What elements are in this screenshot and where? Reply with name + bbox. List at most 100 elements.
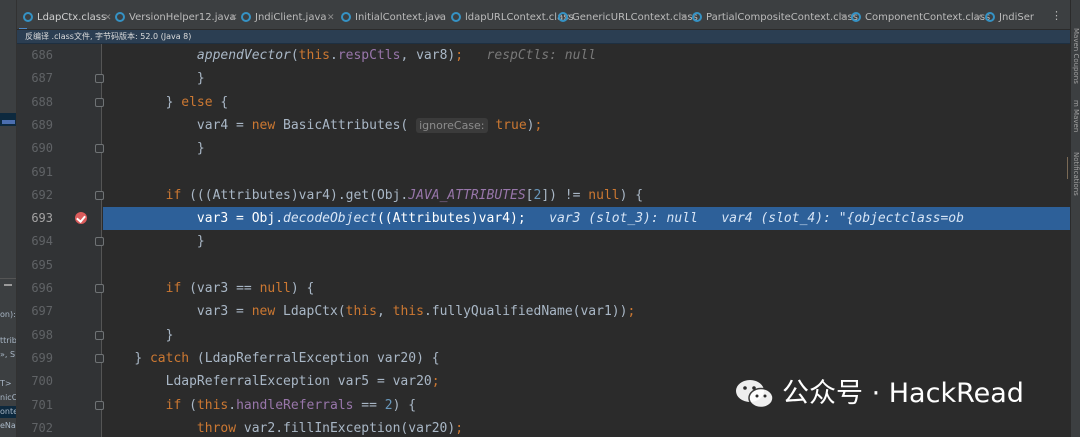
keyword-token: this (345, 304, 377, 320)
code-token: ((Attributes)var4) (376, 211, 518, 227)
class-file-icon (851, 12, 861, 22)
close-icon[interactable]: ✕ (680, 8, 688, 28)
close-icon[interactable]: ✕ (840, 8, 848, 28)
collapse-icon[interactable] (4, 284, 12, 286)
panel-text-fragment: eNa (0, 421, 16, 430)
code-line[interactable]: if (var3 == null) { (103, 277, 1070, 300)
panel-text-fragment: nicC (0, 393, 17, 402)
close-icon[interactable]: ✕ (327, 8, 335, 28)
line-number: 693 (31, 211, 53, 226)
debug-inline-value: respCtls: null (463, 48, 597, 63)
line-number: 702 (31, 420, 53, 435)
line-number: 687 (31, 71, 53, 86)
keyword-token: true (495, 117, 527, 133)
breakpoint-icon[interactable] (75, 212, 87, 225)
execution-point-line[interactable]: var3 = Obj.decodeObject((Attributes)var4… (103, 207, 1070, 231)
wechat-logo-icon (736, 380, 774, 409)
keyword-token: if (165, 397, 182, 413)
panel-text-fragment: onte (0, 406, 17, 418)
tab-overflow-menu[interactable]: ⋮ (1051, 9, 1062, 22)
code-line[interactable]: appendVector(this.respCtls, var8); respC… (103, 44, 1070, 67)
editor-gutter[interactable]: 686 687 688 689 690 691 692 693 694 695 696 697 698 6… (17, 44, 104, 437)
keyword-token: ; (517, 211, 526, 227)
java-file-icon (115, 12, 125, 22)
tree-row-marker (2, 120, 15, 124)
code-token: (var3 == (181, 281, 260, 296)
line-number: 695 (31, 257, 53, 272)
more-icon[interactable]: ⋮ (1051, 9, 1062, 22)
code-line[interactable]: var4 = new BasicAttributes( ignoreCase: … (103, 114, 1070, 137)
code-token: var2.fillInException(var20) (236, 420, 456, 436)
code-line[interactable]: } (103, 67, 1070, 90)
code-token: var3 = (196, 304, 252, 320)
panel-text-fragment: on): (0, 310, 16, 319)
keyword-token: null (588, 187, 620, 203)
line-number: 694 (31, 234, 53, 249)
code-token: . (329, 48, 338, 63)
code-line[interactable]: } (103, 230, 1070, 253)
code-line[interactable]: var3 = new LdapCtx(this, this.fullyQuali… (103, 300, 1070, 323)
line-number: 689 (31, 117, 53, 132)
tab-label: LdapCtx.class (37, 12, 107, 23)
line-number: 696 (31, 281, 53, 295)
line-number: 691 (31, 164, 53, 179)
code-token: } (134, 350, 150, 366)
close-icon[interactable]: ✕ (230, 8, 238, 28)
keyword-token: ; (455, 420, 464, 436)
code-line[interactable]: } else { (103, 91, 1070, 114)
code-token: BasicAttributes( (275, 117, 417, 133)
right-tool-strip: Maven Coupons m Maven Notifications (1070, 0, 1080, 437)
tab-label: JndiSer (999, 12, 1035, 23)
panel-separator (0, 278, 16, 279)
decompiled-notice-bar: 反编译 .class文件, 字节码版本: 52.0 (Java 8) (17, 30, 1070, 44)
tool-window-label[interactable]: Maven Coupons (1072, 28, 1080, 84)
debug-inline-value: var3 (slot_3): null var4 (slot_4): "{obj… (525, 211, 964, 227)
code-line[interactable] (103, 254, 1070, 277)
code-token: .fullyQualifiedName(var1)) (423, 304, 628, 320)
error-stripe-marker[interactable] (1062, 157, 1068, 179)
code-token: , var8) (400, 48, 456, 63)
code-line[interactable]: } (103, 137, 1070, 160)
close-icon[interactable]: ✕ (436, 8, 444, 28)
code-token: LdapReferralException var5 = var20 (165, 374, 432, 390)
tab-label: InitialContext.java (355, 12, 446, 23)
code-token: { (212, 94, 229, 110)
tool-window-label[interactable]: Notifications (1072, 152, 1080, 196)
code-token: var4 = (196, 117, 252, 133)
code-line[interactable]: throw var2.fillInException(var20); (103, 417, 1070, 437)
panel-text-fragment: », S (0, 350, 16, 359)
code-token: appendVector (196, 48, 291, 63)
close-icon[interactable]: ✕ (104, 8, 112, 28)
java-file-icon (985, 12, 995, 22)
project-tool-window[interactable]: on): ttrib », S T> nicC onte eNa (0, 0, 17, 437)
code-token: , (376, 304, 393, 320)
code-token: 2 (384, 397, 393, 413)
code-line[interactable]: } (103, 324, 1070, 347)
code-line[interactable]: if (((Attributes)var4).get(Obj.JAVA_ATTR… (103, 184, 1070, 207)
watermark-text: 公众号 · HackRead (782, 378, 1024, 409)
panel-text-fragment: ttrib (0, 336, 17, 345)
close-icon[interactable]: ✕ (975, 8, 983, 28)
keyword-token: ; (534, 117, 543, 133)
line-number: 697 (31, 304, 53, 319)
code-token: . (228, 397, 237, 413)
code-line[interactable]: } catch (LdapReferralException var20) { (103, 347, 1070, 370)
code-token: } (196, 234, 205, 250)
code-token: == (353, 397, 385, 413)
code-token: JAVA_ATTRIBUTES (408, 187, 526, 203)
code-line[interactable] (103, 161, 1070, 184)
parameter-hint: ignoreCase: (416, 117, 488, 133)
code-token: } (196, 71, 205, 87)
tool-window-label[interactable]: m Maven (1072, 100, 1080, 132)
code-token: (LdapReferralException var20) { (189, 350, 440, 366)
